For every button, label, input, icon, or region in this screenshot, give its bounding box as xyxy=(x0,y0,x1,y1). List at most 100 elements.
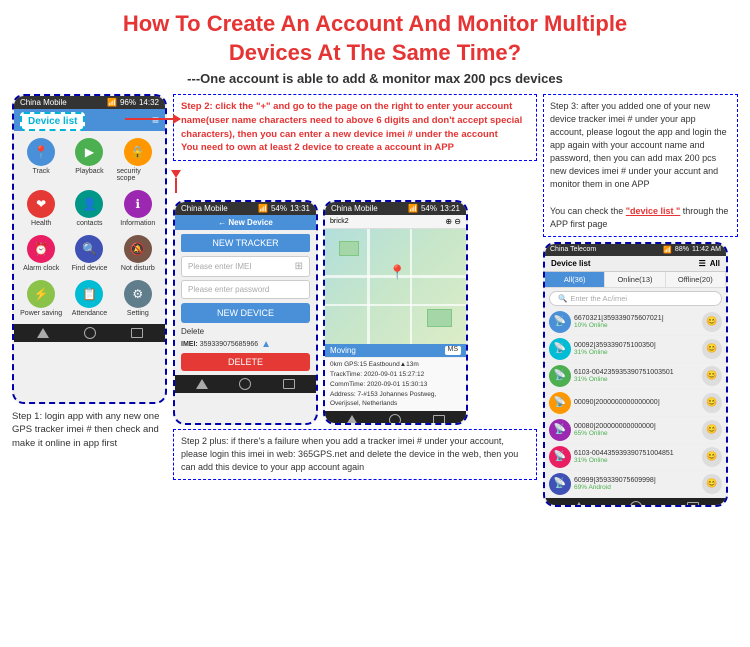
avatar-1: 😊 xyxy=(702,339,722,359)
menu-item-disturb[interactable]: 🔕 Not disturb xyxy=(115,232,161,275)
back-right[interactable] xyxy=(573,502,585,507)
imei-input[interactable]: Please enter IMEI ⊞ xyxy=(181,256,310,277)
step2plus-text: Step 2 plus: if there's a failure when y… xyxy=(173,429,537,480)
all-toggle[interactable]: All xyxy=(710,259,720,268)
device-list-header: Device list ☰ All xyxy=(545,256,726,272)
tab-offline[interactable]: Offline(20) xyxy=(666,272,726,287)
list-item[interactable]: 📡 6103-004435939390751004851 31% Online … xyxy=(545,444,726,471)
location-icon: ▲ xyxy=(261,339,271,350)
new-device-header: ← New Device xyxy=(175,215,316,230)
menu-item-power[interactable]: ⚡ Power saving xyxy=(18,277,64,320)
list-item[interactable]: 📡 00092[359339075100350] 31% Online 😊 xyxy=(545,336,726,363)
device-icon-2: 📡 xyxy=(549,365,571,387)
content-area: Device list China Mobile 📶 96% 14:32 xyxy=(12,94,738,584)
info-icon: ℹ xyxy=(124,190,152,218)
right-phone-nav xyxy=(545,498,726,507)
device-info-4: 00080[200000000000000] 65% Online xyxy=(574,423,699,437)
device-info-5: 6103-004435939390751004851 31% Online xyxy=(574,450,699,464)
map-phone-wrapper: China Mobile 📶 54% 13:21 brick2 ⊕ ⊖ xyxy=(323,200,468,425)
device-search[interactable]: 🔍 Enter the Ac/imei xyxy=(549,291,722,306)
device-info-1: 00092[359339075100350] 31% Online xyxy=(574,342,699,356)
road-v2 xyxy=(410,229,412,344)
map-phone-status: China Mobile 📶 54% 13:21 xyxy=(325,202,466,215)
recent-map[interactable] xyxy=(433,415,445,425)
map-marker: 📍 xyxy=(388,264,405,281)
device-icon-4: 📡 xyxy=(549,419,571,441)
phones-row: China Mobile 📶 54% 13:31 ← New Device NE… xyxy=(173,200,537,425)
middle-phone-nav xyxy=(175,375,316,393)
tab-online[interactable]: Online(13) xyxy=(605,272,665,287)
menu-item-find[interactable]: 🔍 Find device xyxy=(66,232,112,275)
delete-section: Delete IMEI: 359339075685966 ▲ DELETE xyxy=(181,327,310,371)
device-icon-0: 📡 xyxy=(549,311,571,333)
health-icon: ❤ xyxy=(27,190,55,218)
map-zoom-icons[interactable]: ⊕ ⊖ xyxy=(445,217,461,226)
contacts-icon: 👤 xyxy=(75,190,103,218)
home-nav[interactable] xyxy=(239,378,251,390)
right-phone-status: China Telecom 📶 88% 11:42 AM xyxy=(545,244,726,256)
left-phone-section: Device list China Mobile 📶 96% 14:32 xyxy=(12,94,167,584)
avatar-5: 😊 xyxy=(702,447,722,467)
map-phone: China Mobile 📶 54% 13:21 brick2 ⊕ ⊖ xyxy=(323,200,468,425)
device-info-3: 00090[2000000000000000] xyxy=(574,399,699,406)
menu-item-health[interactable]: ❤ Health xyxy=(18,187,64,230)
device-list: 📡 6670321[359339075607021] 10% Online 😊 … xyxy=(545,309,726,498)
recent-button[interactable] xyxy=(131,328,143,338)
menu-item-alarm[interactable]: ⏰ Alarm clock xyxy=(18,232,64,275)
menu-item-information[interactable]: ℹ Information xyxy=(115,187,161,230)
new-device-phone: China Mobile 📶 54% 13:31 ← New Device NE… xyxy=(173,200,318,425)
list-item[interactable]: 📡 6103-004235935390751003501 31% Online … xyxy=(545,363,726,390)
map-block2 xyxy=(427,309,452,327)
right-section: Step 3: after you added one of your new … xyxy=(543,94,738,584)
page-container: How To Create An Account And Monitor Mul… xyxy=(0,0,750,647)
map-device-name: brick2 xyxy=(330,218,349,225)
middle-phone-status: China Mobile 📶 54% 13:31 xyxy=(175,202,316,215)
step3-text: Step 3: after you added one of your new … xyxy=(543,94,738,236)
menu-item-playback[interactable]: ▶ Playback xyxy=(66,135,112,185)
password-input[interactable]: Please enter password xyxy=(181,280,310,299)
list-item[interactable]: 📡 00090[2000000000000000] 😊 xyxy=(545,390,726,417)
list-item[interactable]: 📡 00080[200000000000000] 65% Online 😊 xyxy=(545,417,726,444)
list-item[interactable]: 📡 60999[359339075609998] 69% Android 😊 xyxy=(545,471,726,498)
left-phone-bottom-nav xyxy=(14,324,165,342)
find-icon: 🔍 xyxy=(75,235,103,263)
list-item[interactable]: 📡 6670321[359339075607021] 10% Online 😊 xyxy=(545,309,726,336)
device-icon-1: 📡 xyxy=(549,338,571,360)
menu-item-attendance[interactable]: 📋 Attendance xyxy=(66,277,112,320)
menu-icon[interactable]: ≡ xyxy=(152,113,159,127)
home-map[interactable] xyxy=(389,414,401,425)
back-button[interactable] xyxy=(37,328,49,338)
menu-item-security[interactable]: 🔒 security scope xyxy=(115,135,161,185)
avatar-6: 😊 xyxy=(702,474,722,494)
device-icon-3: 📡 xyxy=(549,392,571,414)
menu-item-track[interactable]: 📍 Track xyxy=(18,135,64,185)
back-nav[interactable] xyxy=(196,379,208,389)
device-info-6: 60999[359339075609998] 69% Android xyxy=(574,477,699,491)
home-button[interactable] xyxy=(84,327,96,339)
avatar-3: 😊 xyxy=(702,393,722,413)
delete-button[interactable]: DELETE xyxy=(181,353,310,371)
avatar-4: 😊 xyxy=(702,420,722,440)
setting-icon: ⚙ xyxy=(124,280,152,308)
playback-icon: ▶ xyxy=(75,138,103,166)
recent-right[interactable] xyxy=(687,502,699,507)
device-icon-6: 📡 xyxy=(549,473,571,495)
home-right[interactable] xyxy=(630,501,642,507)
recent-nav[interactable] xyxy=(283,379,295,389)
ms-badge: MS xyxy=(445,346,462,355)
back-map[interactable] xyxy=(346,415,358,425)
delete-label: Delete xyxy=(181,327,310,336)
map-top-bar: brick2 ⊕ ⊖ xyxy=(325,215,466,229)
main-title: How To Create An Account And Monitor Mul… xyxy=(12,10,738,67)
left-phone: China Mobile 📶 96% 14:32 86011 ≡ 📍 xyxy=(12,94,167,404)
list-icon[interactable]: ☰ xyxy=(699,259,706,268)
right-phone: China Telecom 📶 88% 11:42 AM Device list… xyxy=(543,242,728,507)
new-device-button[interactable]: NEW DEVICE xyxy=(181,303,310,323)
tab-all[interactable]: All(36) xyxy=(545,272,605,287)
tabs-bar: All(36) Online(13) Offline(20) xyxy=(545,272,726,288)
map-block xyxy=(339,241,359,256)
menu-item-setting[interactable]: ⚙ Setting xyxy=(115,277,161,320)
menu-grid: 📍 Track ▶ Playback 🔒 security scope ❤ He… xyxy=(14,131,165,324)
menu-item-contacts[interactable]: 👤 contacts xyxy=(66,187,112,230)
subtitle: ---One account is able to add & monitor … xyxy=(12,71,738,86)
